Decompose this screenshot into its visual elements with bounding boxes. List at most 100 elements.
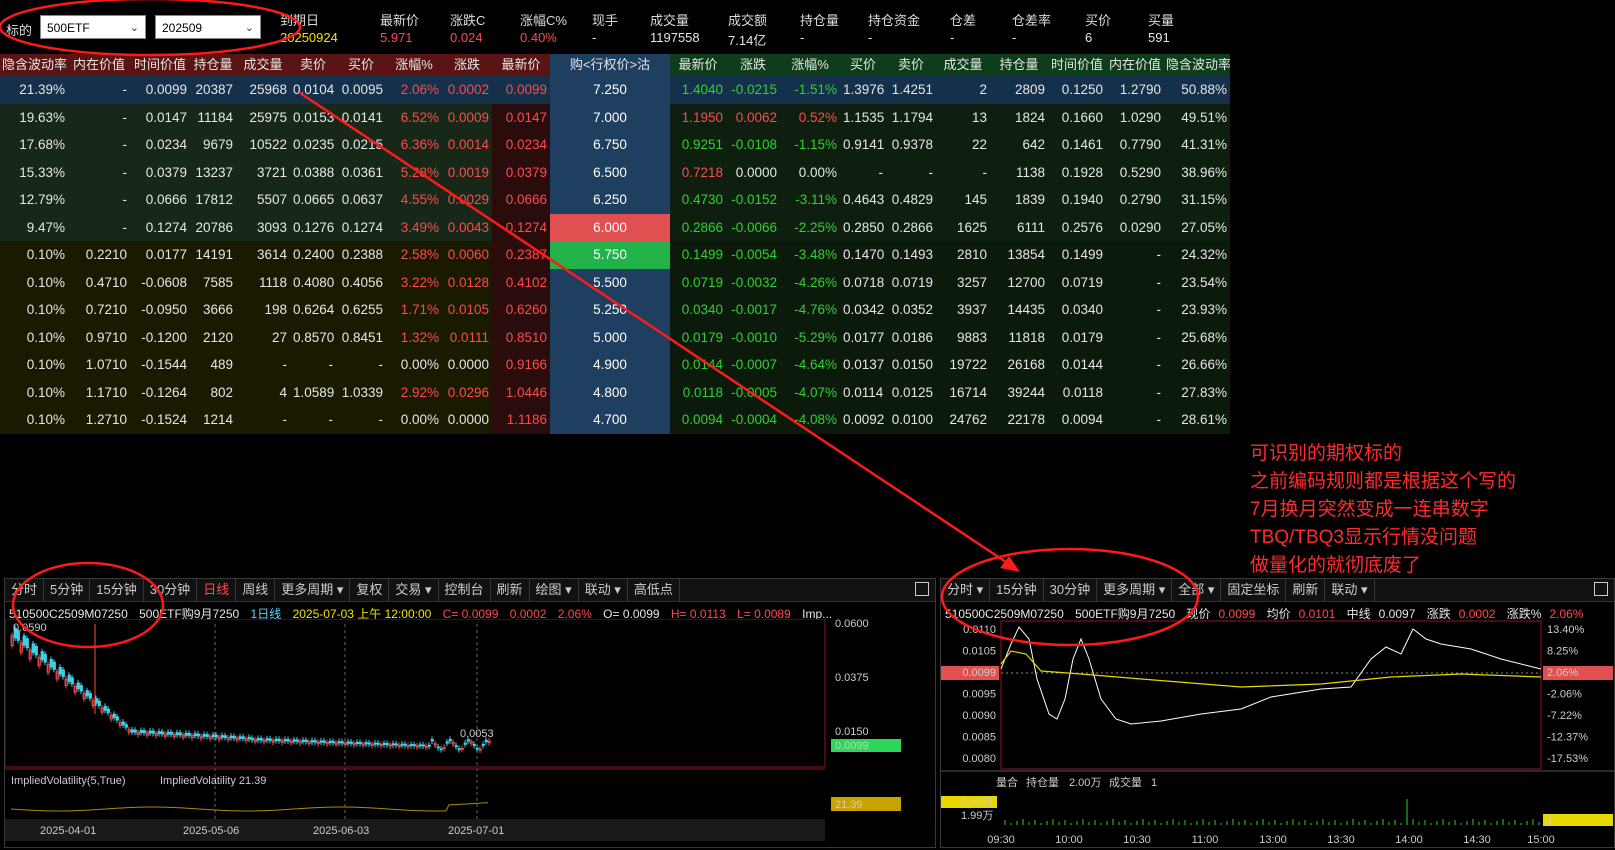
put-cell[interactable]: 3257 (936, 268, 990, 297)
call-cell[interactable]: - (336, 351, 386, 379)
option-row[interactable]: 19.63% -0.0147 11184 25975 0.0153 0.0141 6.52%… (0, 103, 1230, 132)
put-cell[interactable]: 0.0118 (670, 378, 726, 407)
call-cell[interactable]: 0.0153 (290, 103, 336, 132)
call-cell[interactable]: 0.6264 (290, 296, 336, 324)
call-cell[interactable]: 1.2710 (68, 406, 130, 434)
option-row[interactable]: 21.39% -0.0099 20387 25968 0.0104 0.0095 2.06%… (0, 76, 1230, 104)
call-cell[interactable]: 0.0019 (442, 158, 492, 187)
put-cell[interactable]: 19722 (936, 351, 990, 379)
call-cell[interactable]: 198 (236, 296, 290, 324)
put-cell[interactable]: 0.1940 (1048, 186, 1106, 214)
toolbar-tab[interactable]: 15分钟 (990, 579, 1044, 601)
call-cell[interactable]: 1.0446 (492, 378, 550, 407)
put-cell[interactable]: 0.0719 (1048, 268, 1106, 297)
put-cell[interactable]: 0.1928 (1048, 158, 1106, 187)
put-cell[interactable]: 2809 (990, 76, 1048, 104)
put-cell[interactable]: 0.1660 (1048, 103, 1106, 132)
put-cell[interactable]: -0.0215 (726, 76, 780, 104)
put-cell[interactable]: 0.2866 (886, 213, 936, 242)
put-cell[interactable]: 145 (936, 186, 990, 214)
call-cell[interactable]: 1.32% (386, 323, 442, 352)
put-cell[interactable]: 0.52% (780, 103, 840, 132)
call-cell[interactable]: 0.10% (0, 296, 68, 324)
put-cell[interactable]: 0.0342 (840, 296, 886, 324)
column-header[interactable]: 时间价值 (1048, 54, 1106, 76)
put-cell[interactable]: 50.88% (1164, 76, 1230, 104)
column-header[interactable]: 涨跌 (442, 54, 492, 76)
put-cell[interactable]: 642 (990, 131, 1048, 159)
put-cell[interactable]: -0.0007 (726, 351, 780, 379)
call-cell[interactable]: 0.1274 (130, 213, 190, 242)
call-cell[interactable]: 0.2387 (492, 241, 550, 269)
put-cell[interactable]: 0.1493 (886, 241, 936, 269)
call-cell[interactable]: 0.2400 (290, 241, 336, 269)
toolbar-tab[interactable]: 全部 ▾ (1172, 579, 1222, 601)
column-header[interactable]: 买价 (336, 54, 386, 76)
call-cell[interactable]: 15.33% (0, 158, 68, 187)
put-cell[interactable]: 41.31% (1164, 131, 1230, 159)
call-cell[interactable]: - (236, 406, 290, 434)
call-cell[interactable]: 0.0147 (130, 103, 190, 132)
put-cell[interactable]: - (1106, 351, 1164, 379)
put-cell[interactable]: -2.25% (780, 213, 840, 242)
call-cell[interactable]: 14191 (190, 241, 236, 269)
column-header[interactable]: 时间价值 (130, 54, 190, 76)
put-cell[interactable]: 1.4040 (670, 76, 726, 104)
toolbar-tab[interactable]: 分时 ▾ (941, 579, 991, 601)
column-header[interactable]: 卖价 (886, 54, 936, 76)
call-cell[interactable]: 1.0339 (336, 378, 386, 407)
put-cell[interactable]: 0.0150 (886, 351, 936, 379)
month-select[interactable]: 202509 ⌄ (155, 15, 261, 39)
call-cell[interactable]: 0.0105 (442, 296, 492, 324)
call-cell[interactable]: 0.0099 (492, 76, 550, 104)
put-cell[interactable]: -0.0054 (726, 241, 780, 269)
call-cell[interactable]: 0.0388 (290, 158, 336, 187)
put-cell[interactable]: 0.7218 (670, 158, 726, 187)
call-cell[interactable]: 0.9166 (492, 351, 550, 379)
put-cell[interactable]: 0.0340 (670, 296, 726, 324)
call-cell[interactable]: 4.55% (386, 186, 442, 214)
call-cell[interactable]: 0.0296 (442, 378, 492, 407)
call-cell[interactable]: 0.0379 (130, 158, 190, 187)
strike-cell[interactable]: 5.250 (550, 296, 670, 324)
call-cell[interactable]: - (68, 76, 130, 104)
put-cell[interactable]: -3.11% (780, 186, 840, 214)
put-cell[interactable]: -4.64% (780, 351, 840, 379)
call-cell[interactable]: 6.36% (386, 131, 442, 159)
column-header[interactable]: 持仓量 (990, 54, 1048, 76)
put-cell[interactable]: 2 (936, 76, 990, 104)
put-cell[interactable]: -4.76% (780, 296, 840, 324)
maximize-icon[interactable] (915, 582, 929, 596)
call-cell[interactable]: 13237 (190, 158, 236, 187)
put-cell[interactable]: 27.05% (1164, 213, 1230, 242)
put-cell[interactable]: 3937 (936, 296, 990, 324)
column-header[interactable]: 涨幅% (780, 54, 840, 76)
call-cell[interactable]: 6.52% (386, 103, 442, 132)
call-cell[interactable]: 0.0000 (442, 351, 492, 379)
call-cell[interactable]: 0.8570 (290, 323, 336, 352)
call-cell[interactable]: -0.1524 (130, 406, 190, 434)
call-cell[interactable]: 0.4080 (290, 268, 336, 297)
put-cell[interactable]: - (1106, 323, 1164, 352)
put-cell[interactable]: 0.7790 (1106, 131, 1164, 159)
put-cell[interactable]: 31.15% (1164, 186, 1230, 214)
put-cell[interactable]: -5.29% (780, 323, 840, 352)
put-cell[interactable]: 1.0290 (1106, 103, 1164, 132)
put-cell[interactable]: 0.1250 (1048, 76, 1106, 104)
call-cell[interactable]: 489 (190, 351, 236, 379)
put-cell[interactable]: -1.51% (780, 76, 840, 104)
put-cell[interactable]: 0.0114 (840, 378, 886, 407)
call-cell[interactable]: 2.06% (386, 76, 442, 104)
call-cell[interactable]: 3093 (236, 213, 290, 242)
put-cell[interactable]: 0.0118 (1048, 378, 1106, 407)
call-cell[interactable]: - (68, 103, 130, 132)
call-cell[interactable]: 0.0104 (290, 76, 336, 104)
call-cell[interactable]: 17812 (190, 186, 236, 214)
put-cell[interactable]: 9883 (936, 323, 990, 352)
put-cell[interactable]: 0.0340 (1048, 296, 1106, 324)
put-cell[interactable]: 24762 (936, 406, 990, 434)
call-cell[interactable]: 0.0029 (442, 186, 492, 214)
strike-cell[interactable]: 6.250 (550, 186, 670, 214)
call-cell[interactable]: 7585 (190, 268, 236, 297)
put-cell[interactable]: 0.0186 (886, 323, 936, 352)
